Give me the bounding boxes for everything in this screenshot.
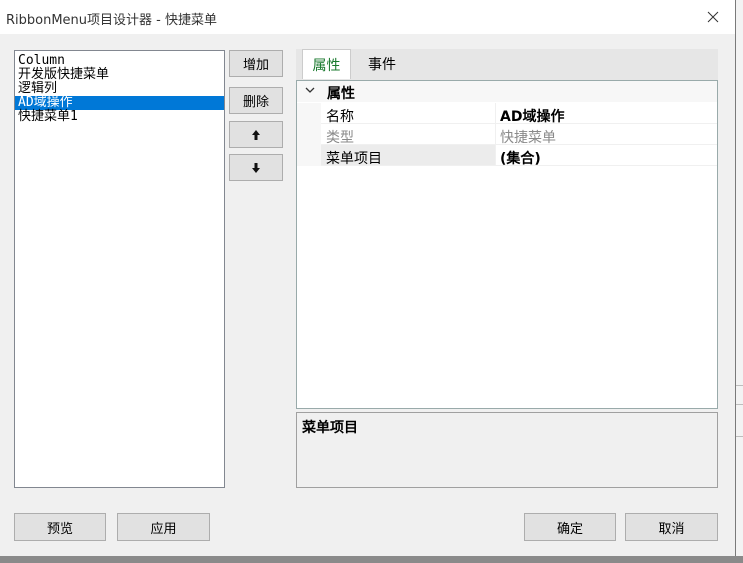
close-button[interactable] — [690, 0, 736, 34]
description-panel: 菜单项目 — [296, 412, 718, 488]
description-title: 菜单项目 — [302, 420, 358, 436]
category-label: 属性 — [327, 86, 355, 102]
apply-button[interactable]: 应用 — [117, 513, 210, 541]
delete-button-label: 删除 — [242, 95, 269, 110]
menu-list[interactable]: Column 开发版快捷菜单 逻辑列 AD域操作 快捷菜单1 — [14, 50, 225, 488]
tab-properties[interactable]: 属性 — [302, 49, 351, 79]
property-grid[interactable]: 属性 名称 AD域操作 类型 快捷菜单 菜单项目 (集合) — [296, 80, 718, 409]
list-item-selected[interactable]: AD域操作 — [15, 96, 224, 110]
property-row-name[interactable]: 名称 AD域操作 — [297, 103, 717, 125]
list-item[interactable]: 逻辑列 — [15, 82, 224, 96]
tab-events-label: 事件 — [368, 57, 396, 73]
apply-button-label: 应用 — [150, 521, 177, 537]
list-item[interactable]: 快捷菜单1 — [15, 110, 224, 124]
preview-button-label: 预览 — [46, 521, 73, 537]
window-title: RibbonMenu项目设计器 - 快捷菜单 — [6, 13, 217, 28]
property-row-menu-items[interactable]: 菜单项目 (集合) — [297, 145, 717, 167]
ok-button-label: 确定 — [556, 521, 583, 537]
backdrop-right — [736, 0, 743, 563]
add-button-label: 增加 — [242, 58, 269, 73]
move-up-button[interactable] — [229, 121, 283, 148]
title-bar: RibbonMenu项目设计器 - 快捷菜单 — [0, 0, 735, 34]
backdrop-bottom — [0, 556, 743, 563]
delete-button[interactable]: 删除 — [229, 87, 283, 114]
list-item[interactable]: 开发版快捷菜单 — [15, 68, 224, 82]
cancel-button[interactable]: 取消 — [625, 513, 718, 541]
property-row-type[interactable]: 类型 快捷菜单 — [297, 124, 717, 146]
tab-properties-label: 属性 — [312, 57, 341, 74]
arrow-up-icon — [252, 129, 260, 140]
ok-button[interactable]: 确定 — [524, 513, 616, 541]
list-item[interactable]: Column — [15, 54, 224, 68]
preview-button[interactable]: 预览 — [14, 513, 106, 541]
cancel-button-label: 取消 — [658, 521, 685, 537]
arrow-down-icon — [252, 162, 260, 173]
close-icon — [707, 11, 719, 23]
move-down-button[interactable] — [229, 154, 283, 181]
category-row[interactable]: 属性 — [297, 81, 717, 102]
tab-strip: 属性 事件 — [296, 49, 718, 80]
add-button[interactable]: 增加 — [229, 50, 283, 77]
tab-events[interactable]: 事件 — [356, 49, 408, 79]
designer-dialog: RibbonMenu项目设计器 - 快捷菜单 Column 开发版快捷菜单 逻辑… — [0, 0, 736, 556]
chevron-down-icon[interactable] — [305, 85, 315, 95]
